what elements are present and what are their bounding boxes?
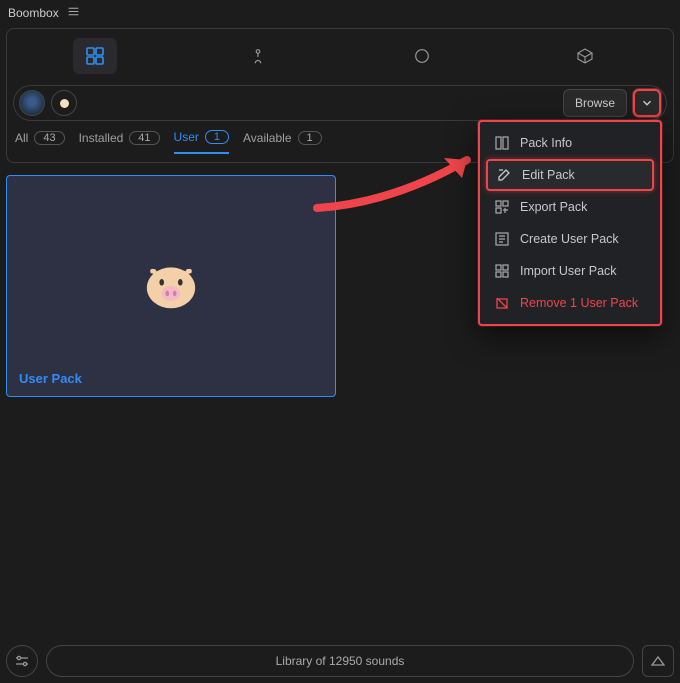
- menu-export-pack[interactable]: Export Pack: [486, 191, 654, 223]
- menu-icon[interactable]: [67, 5, 80, 21]
- import-icon: [494, 263, 510, 279]
- circle-icon: [413, 47, 431, 65]
- browse-dropdown-button[interactable]: [633, 89, 661, 117]
- menu-item-label: Pack Info: [520, 136, 572, 150]
- library-status[interactable]: Library of 12950 sounds: [46, 645, 634, 677]
- menu-remove-user-pack[interactable]: Remove 1 User Pack: [486, 287, 654, 319]
- settings-button[interactable]: [6, 645, 38, 677]
- grid-tab[interactable]: [73, 38, 117, 74]
- context-menu: Pack Info Edit Pack Export Pack Create U…: [478, 120, 662, 326]
- menu-item-label: Import User Pack: [520, 264, 617, 278]
- menu-item-label: Create User Pack: [520, 232, 619, 246]
- sliders-icon: [14, 653, 30, 669]
- create-icon: [494, 231, 510, 247]
- menu-item-label: Remove 1 User Pack: [520, 296, 638, 310]
- filter-count: 41: [129, 131, 159, 145]
- app-title: Boombox: [8, 6, 59, 20]
- expand-button[interactable]: [642, 645, 674, 677]
- footer: Library of 12950 sounds: [6, 645, 674, 677]
- menu-edit-pack[interactable]: Edit Pack: [486, 159, 654, 191]
- grid-icon: [85, 46, 105, 66]
- chevron-down-icon: [640, 96, 654, 110]
- circle-tab[interactable]: [400, 38, 444, 74]
- library-text: Library of 12950 sounds: [276, 654, 405, 668]
- color-dot[interactable]: [51, 90, 77, 116]
- tag-icon: [249, 47, 267, 65]
- pig-icon: [143, 260, 199, 312]
- menu-import-user-pack[interactable]: Import User Pack: [486, 255, 654, 287]
- remove-icon: [494, 295, 510, 311]
- browse-button[interactable]: Browse: [563, 89, 627, 117]
- menu-pack-info[interactable]: Pack Info: [486, 127, 654, 159]
- cube-icon: [575, 46, 595, 66]
- filter-count: 43: [34, 131, 64, 145]
- menu-create-user-pack[interactable]: Create User Pack: [486, 223, 654, 255]
- filter-label: User: [174, 130, 199, 144]
- edit-icon: [496, 167, 512, 183]
- export-icon: [494, 199, 510, 215]
- filter-label: Installed: [79, 131, 124, 145]
- menu-item-label: Export Pack: [520, 200, 587, 214]
- filter-available[interactable]: Available 1: [243, 131, 322, 153]
- filter-user[interactable]: User 1: [174, 130, 229, 154]
- nav-tabs: [13, 33, 667, 79]
- book-icon: [494, 135, 510, 151]
- triangle-up-icon: [650, 653, 666, 669]
- filter-installed[interactable]: Installed 41: [79, 131, 160, 153]
- filter-all[interactable]: All 43: [15, 131, 65, 153]
- filter-count: 1: [205, 130, 229, 144]
- pack-card[interactable]: User Pack: [6, 175, 336, 397]
- toolbar: Browse: [13, 85, 667, 121]
- avatar[interactable]: [19, 90, 45, 116]
- filter-label: Available: [243, 131, 291, 145]
- filter-count: 1: [298, 131, 322, 145]
- tag-tab[interactable]: [236, 38, 280, 74]
- filter-label: All: [15, 131, 28, 145]
- pack-label: User Pack: [19, 371, 82, 386]
- cube-tab[interactable]: [563, 38, 607, 74]
- menu-item-label: Edit Pack: [522, 168, 575, 182]
